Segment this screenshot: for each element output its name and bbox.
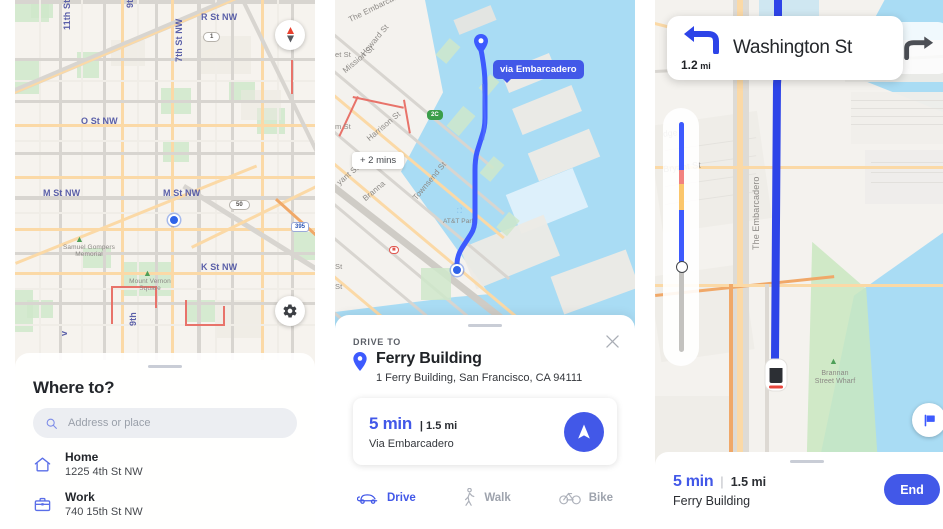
- car-icon: [357, 493, 378, 504]
- panel-search-home: 11th St NW 9t 7th St NW R St NW O St NW …: [15, 0, 315, 529]
- map-label: 11th St NW: [62, 0, 72, 30]
- destination-address: 1 Ferry Building, San Francisco, CA 9411…: [376, 372, 583, 385]
- search-placeholder: Address or place: [68, 417, 151, 429]
- traffic-segment: [679, 184, 684, 210]
- nav-separator: |: [720, 474, 724, 489]
- search-input[interactable]: Address or place: [33, 408, 297, 438]
- tab-label: Walk: [484, 491, 511, 504]
- bike-icon: [558, 492, 581, 505]
- turn-right-icon: [904, 36, 934, 60]
- nav-duration: 5 min: [673, 473, 714, 490]
- map-poi-label: Samuel Gompers Memorial: [63, 244, 115, 259]
- sheet-grabber[interactable]: [789, 460, 824, 463]
- route-distance: | 1.5 mi: [419, 419, 458, 432]
- map-label: 9th: [128, 312, 138, 326]
- current-location-dot: [168, 214, 180, 226]
- navigate-icon: [578, 424, 590, 439]
- car-marker-icon: [764, 358, 788, 392]
- map-canvas-navigation[interactable]: dge Bryant St The Embarcadero BrannanStr…: [655, 0, 943, 529]
- route-duration: 5 min: [369, 413, 412, 433]
- route-option-card[interactable]: 5 min | 1.5 mi Via Embarcadero: [353, 398, 617, 466]
- traffic-progress-bar[interactable]: [663, 108, 699, 366]
- list-item-title: Work: [65, 490, 95, 505]
- origin-location-dot: [451, 264, 463, 276]
- search-icon: [46, 418, 57, 429]
- compass-button[interactable]: [275, 20, 305, 50]
- tab-label: Bike: [588, 491, 613, 504]
- panel-route-preview: The Embarcadero Mission St Howard St Har…: [335, 0, 635, 529]
- list-item-work[interactable]: Work 740 15th St NW: [33, 490, 297, 519]
- gear-icon: [283, 304, 297, 318]
- destination-block: Ferry Building 1 Ferry Building, San Fra…: [353, 350, 617, 386]
- screenshot-root: 11th St NW 9t 7th St NW R St NW O St NW …: [0, 0, 943, 529]
- map-label: 9t: [125, 0, 135, 8]
- tree-icon: ▲: [143, 268, 152, 278]
- map-label: K St NW: [201, 262, 238, 272]
- nav-distance: 1.5 mi: [730, 475, 767, 489]
- page-title: Where to?: [33, 378, 115, 397]
- compass-icon: [286, 27, 294, 43]
- tab-drive[interactable]: Drive: [357, 491, 462, 505]
- end-navigation-button[interactable]: End: [884, 474, 940, 505]
- drive-to-sheet: DRIVE TO Ferry Building 1 Ferry Building…: [335, 315, 635, 529]
- interstate-shield: 395: [291, 222, 310, 232]
- map-label: M St NW: [163, 188, 201, 198]
- tab-bike[interactable]: Bike: [558, 490, 613, 505]
- route-via: Via Embarcadero: [369, 437, 454, 450]
- list-item-subtitle: 1225 4th St NW: [65, 466, 143, 478]
- tree-icon: ▲: [75, 234, 84, 244]
- briefcase-icon: [34, 498, 51, 512]
- maneuver-icon-box: 1.2 mi: [679, 16, 733, 80]
- tab-walk[interactable]: Walk: [462, 488, 558, 507]
- destination-name: Ferry Building: [376, 350, 482, 367]
- panel-navigation: dge Bryant St The Embarcadero BrannanStr…: [655, 0, 943, 529]
- destination-pin-icon: [474, 34, 488, 54]
- maneuver-card[interactable]: 1.2 mi Washington St: [667, 16, 903, 80]
- route-label-badge[interactable]: via Embarcadero: [493, 60, 584, 83]
- start-navigation-button[interactable]: [564, 411, 604, 452]
- map-label: M St NW: [43, 188, 81, 198]
- sheet-grabber[interactable]: [148, 365, 182, 368]
- settings-button[interactable]: [275, 296, 305, 326]
- map-label: R St NW: [201, 12, 238, 22]
- maneuver-street-name: Washington St: [733, 37, 852, 58]
- progress-indicator-dot: [675, 261, 688, 273]
- traffic-segment: [679, 170, 684, 184]
- map-label: v: [59, 330, 69, 336]
- list-item-subtitle: 740 15th St NW: [65, 506, 143, 519]
- map-label: 7th St NW: [174, 18, 184, 62]
- where-to-sheet: Where to? Address or place Home 1225 4th…: [15, 353, 315, 529]
- home-icon: [34, 457, 51, 472]
- flag-icon: [924, 414, 935, 426]
- traffic-segment: [679, 122, 684, 170]
- report-flag-button[interactable]: [912, 403, 943, 437]
- sheet-eyebrow: DRIVE TO: [353, 337, 401, 347]
- map-label: O St NW: [81, 116, 118, 126]
- maneuver-distance: 1.2 mi: [681, 58, 711, 72]
- alt-route-time-badge[interactable]: + 2 mins: [352, 152, 405, 169]
- navigation-status-sheet: 5 min | 1.5 mi Ferry Building End: [655, 452, 943, 529]
- map-poi-label: Mount Vernon Square: [129, 278, 171, 293]
- traffic-track: [679, 122, 684, 352]
- map-pin-icon: [353, 352, 367, 371]
- tab-label: Drive: [387, 491, 416, 504]
- close-icon[interactable]: [606, 335, 619, 348]
- route-shield: 50: [229, 200, 250, 210]
- walk-icon: [465, 488, 475, 506]
- travel-mode-tabs: Drive Walk Bike: [335, 488, 635, 507]
- route-shield: 1: [203, 32, 221, 42]
- turn-left-icon: [684, 26, 719, 54]
- list-item-home[interactable]: Home 1225 4th St NW: [33, 450, 297, 479]
- list-item-title: Home: [65, 450, 99, 464]
